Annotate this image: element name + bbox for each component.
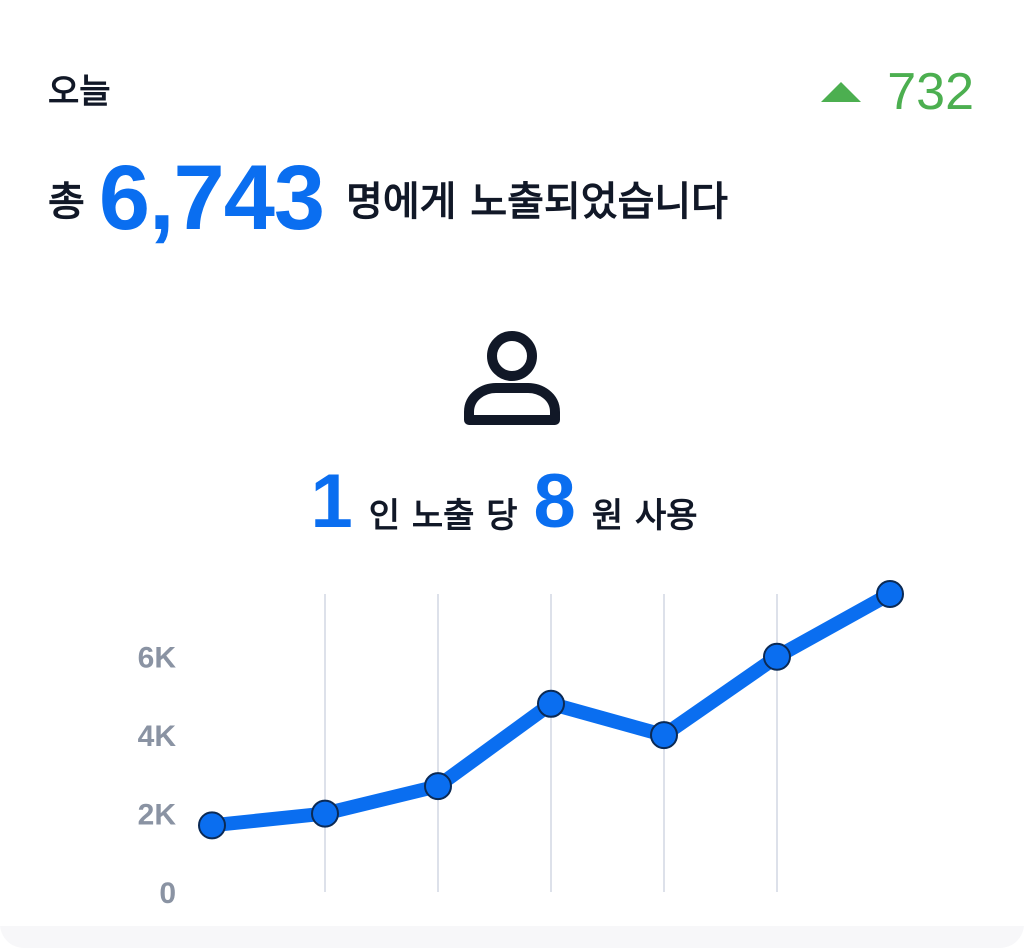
- data-point[interactable]: [650, 721, 678, 750]
- y-tick-label: 4K: [138, 720, 177, 753]
- y-tick-label: 0: [159, 877, 176, 910]
- data-point[interactable]: [198, 811, 226, 840]
- data-point[interactable]: [537, 689, 565, 718]
- headline-prefix: 총: [48, 179, 85, 225]
- data-point[interactable]: [424, 772, 452, 801]
- period-label: 오늘: [48, 72, 111, 112]
- delta-value: 732: [887, 63, 974, 121]
- cost-mid-text: 인 노출 당: [368, 496, 518, 536]
- triangle-up-icon: [821, 82, 862, 102]
- cost-suffix: 원 사용: [591, 496, 698, 536]
- total-impressions: 6,743: [98, 147, 325, 249]
- data-point[interactable]: [311, 799, 339, 828]
- data-point[interactable]: [876, 580, 904, 608]
- cost-amount: 8: [533, 459, 576, 544]
- data-point[interactable]: [763, 642, 791, 671]
- impressions-line-chart: 0 2K 4K 6K: [138, 580, 904, 910]
- chart-y-axis: 0 2K 4K 6K: [138, 642, 177, 910]
- person-icon: [464, 331, 560, 425]
- chart-grid: [324, 594, 778, 892]
- people-count: 1: [310, 459, 353, 544]
- impressions-card: 오늘 732 총 6,743 명에게 노출되었습니다 1 인 노출 당 8 원 …: [0, 0, 1024, 948]
- card-bottom-edge: [0, 926, 1024, 948]
- y-tick-label: 6K: [138, 642, 177, 675]
- headline: 총 6,743 명에게 노출되었습니다: [48, 150, 728, 246]
- headline-suffix: 명에게 노출되었습니다: [346, 179, 728, 225]
- delta-indicator: 732: [821, 62, 974, 122]
- cost-per-impression: 1 인 노출 당 8 원 사용: [0, 462, 1024, 542]
- y-tick-label: 2K: [138, 799, 177, 832]
